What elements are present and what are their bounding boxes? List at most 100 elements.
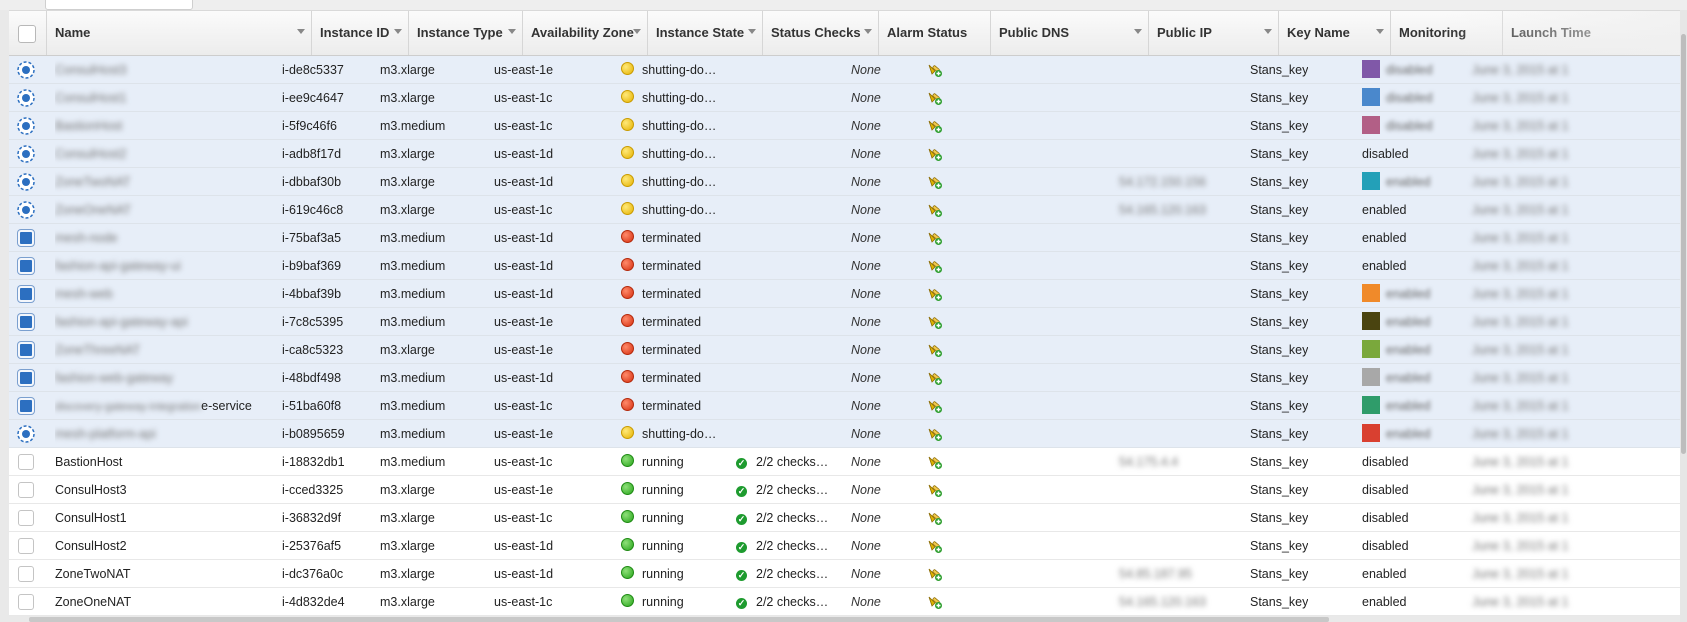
instance-name-cell[interactable]: ConsulHost1	[55, 84, 280, 112]
column-header-public-ip[interactable]: Public IP	[1149, 11, 1279, 55]
column-header-instance-id[interactable]: Instance ID	[312, 11, 409, 55]
create-alarm-icon[interactable]	[927, 510, 943, 526]
sort-dropdown-icon[interactable]	[1134, 29, 1142, 34]
instance-name-cell[interactable]: ZoneThreeNAT	[55, 336, 280, 364]
row-checkbox[interactable]	[18, 398, 34, 414]
create-alarm-icon[interactable]	[927, 286, 943, 302]
table-row[interactable]: ZoneThreeNAT i-ca8c5323 m3.xlarge us-east-1…	[9, 336, 1680, 364]
create-alarm-icon[interactable]	[927, 90, 943, 106]
instance-name-cell[interactable]: ConsulHost3	[55, 476, 280, 504]
status-checks-cell[interactable]: ✓ 2/2 checks…	[736, 448, 828, 476]
sort-dropdown-icon[interactable]	[748, 29, 756, 34]
table-row[interactable]: discovery-gateway-integratione-service i-…	[9, 392, 1680, 420]
pending-spinner-icon[interactable]	[17, 117, 35, 135]
instance-name-cell[interactable]: fashion-api-gateway-ui	[55, 252, 280, 280]
pending-spinner-icon[interactable]	[17, 201, 35, 219]
row-checkbox[interactable]	[18, 230, 34, 246]
create-alarm-icon[interactable]	[927, 202, 943, 218]
row-checkbox[interactable]	[18, 510, 34, 526]
pending-spinner-icon[interactable]	[17, 61, 35, 79]
create-alarm-icon[interactable]	[927, 118, 943, 134]
instance-name-cell[interactable]: discovery-gateway-integratione-service	[55, 392, 280, 420]
sort-dropdown-icon[interactable]	[508, 29, 516, 34]
status-checks-cell[interactable]: ✓ 2/2 checks…	[736, 532, 828, 560]
instance-name-cell[interactable]: ConsulHost1	[55, 504, 280, 532]
column-header-name[interactable]: Name	[47, 11, 312, 55]
column-header-zone[interactable]: Availability Zone	[523, 11, 648, 55]
row-checkbox[interactable]	[18, 342, 34, 358]
table-row[interactable]: ConsulHost3 i-de8c5337 m3.xlarge us-east-1e…	[9, 56, 1680, 84]
instance-name-cell[interactable]: mesh-platform-api	[55, 420, 280, 448]
instance-name-cell[interactable]: BastionHost	[55, 448, 280, 476]
column-header-public-dns[interactable]: Public DNS	[991, 11, 1149, 55]
sort-dropdown-icon[interactable]	[864, 29, 872, 34]
create-alarm-icon[interactable]	[927, 174, 943, 190]
create-alarm-icon[interactable]	[927, 314, 943, 330]
table-row[interactable]: ConsulHost3 i-cced3325 m3.xlarge us-east-1e…	[9, 476, 1680, 504]
sort-dropdown-icon[interactable]	[1264, 29, 1272, 34]
create-alarm-icon[interactable]	[927, 566, 943, 582]
table-row[interactable]: ConsulHost1 i-ee9c4647 m3.xlarge us-east-1c…	[9, 84, 1680, 112]
instance-name-cell[interactable]: BastionHost	[55, 112, 280, 140]
column-header-instance-type[interactable]: Instance Type	[409, 11, 523, 55]
status-checks-cell[interactable]: ✓ 2/2 checks…	[736, 560, 828, 588]
row-checkbox[interactable]	[18, 566, 34, 582]
instance-name-cell[interactable]: ZoneOneNAT	[55, 588, 280, 616]
filter-input[interactable]	[45, 0, 193, 10]
table-row[interactable]: ZoneOneNAT i-619c46c8 m3.xlarge us-east-1c s…	[9, 196, 1680, 224]
row-checkbox[interactable]	[18, 454, 34, 470]
create-alarm-icon[interactable]	[927, 538, 943, 554]
table-row[interactable]: ConsulHost2 i-25376af5 m3.xlarge us-east-1d…	[9, 532, 1680, 560]
sort-dropdown-icon[interactable]	[394, 29, 402, 34]
create-alarm-icon[interactable]	[927, 230, 943, 246]
pending-spinner-icon[interactable]	[17, 145, 35, 163]
row-checkbox[interactable]	[18, 482, 34, 498]
column-header-key[interactable]: Key Name	[1279, 11, 1391, 55]
create-alarm-icon[interactable]	[927, 482, 943, 498]
instance-name-cell[interactable]: ConsulHost2	[55, 532, 280, 560]
status-checks-cell[interactable]: ✓ 2/2 checks…	[736, 476, 828, 504]
instance-name-cell[interactable]: fashion-api-gateway-api	[55, 308, 280, 336]
create-alarm-icon[interactable]	[927, 258, 943, 274]
row-checkbox[interactable]	[18, 258, 34, 274]
table-row[interactable]: mesh-web i-4bbaf39b m3.medium us-east-1d ter…	[9, 280, 1680, 308]
create-alarm-icon[interactable]	[927, 594, 943, 610]
table-row[interactable]: ZoneOneNAT i-4d832de4 m3.xlarge us-east-1c r…	[9, 588, 1680, 616]
table-row[interactable]: fashion-api-gateway-ui i-b9baf369 m3.mediu…	[9, 252, 1680, 280]
column-header-state[interactable]: Instance State	[648, 11, 763, 55]
instance-name-cell[interactable]: mesh-web	[55, 280, 280, 308]
horizontal-scrollbar[interactable]	[9, 616, 1680, 622]
instance-name-cell[interactable]: mesh-node	[55, 224, 280, 252]
table-row[interactable]: BastionHost i-18832db1 m3.medium us-east-1c…	[9, 448, 1680, 476]
table-row[interactable]: mesh-platform-api i-b0895659 m3.medium us-e…	[9, 420, 1680, 448]
create-alarm-icon[interactable]	[927, 370, 943, 386]
vertical-scrollbar-thumb[interactable]	[1681, 34, 1686, 454]
table-row[interactable]: ConsulHost1 i-36832d9f m3.xlarge us-east-1c…	[9, 504, 1680, 532]
instance-name-cell[interactable]: ConsulHost3	[55, 56, 280, 84]
vertical-scrollbar[interactable]	[1680, 10, 1687, 622]
select-all-checkbox[interactable]	[18, 25, 36, 43]
create-alarm-icon[interactable]	[927, 426, 943, 442]
table-row[interactable]: ConsulHost2 i-adb8f17d m3.xlarge us-east-1d…	[9, 140, 1680, 168]
column-header-status-checks[interactable]: Status Checks	[763, 11, 879, 55]
status-checks-cell[interactable]: ✓ 2/2 checks…	[736, 504, 828, 532]
instance-name-cell[interactable]: ZoneTwoNAT	[55, 168, 280, 196]
pending-spinner-icon[interactable]	[17, 173, 35, 191]
row-checkbox[interactable]	[18, 538, 34, 554]
sort-dropdown-icon[interactable]	[1376, 29, 1384, 34]
table-row[interactable]: mesh-node i-75baf3a5 m3.medium us-east-1d te…	[9, 224, 1680, 252]
horizontal-scrollbar-thumb[interactable]	[29, 617, 1329, 622]
create-alarm-icon[interactable]	[927, 398, 943, 414]
column-header-alarm[interactable]: Alarm Status	[879, 11, 991, 55]
table-row[interactable]: ZoneTwoNAT i-dc376a0c m3.xlarge us-east-1d r…	[9, 560, 1680, 588]
row-checkbox[interactable]	[18, 286, 34, 302]
pending-spinner-icon[interactable]	[17, 89, 35, 107]
create-alarm-icon[interactable]	[927, 62, 943, 78]
instance-name-cell[interactable]: ZoneOneNAT	[55, 196, 280, 224]
create-alarm-icon[interactable]	[927, 454, 943, 470]
instance-name-cell[interactable]: fashion-web-gateway	[55, 364, 280, 392]
table-row[interactable]: ZoneTwoNAT i-dbbaf30b m3.xlarge us-east-1d s…	[9, 168, 1680, 196]
row-checkbox[interactable]	[18, 370, 34, 386]
row-checkbox[interactable]	[18, 594, 34, 610]
table-row[interactable]: fashion-web-gateway i-48bdf498 m3.medium us…	[9, 364, 1680, 392]
